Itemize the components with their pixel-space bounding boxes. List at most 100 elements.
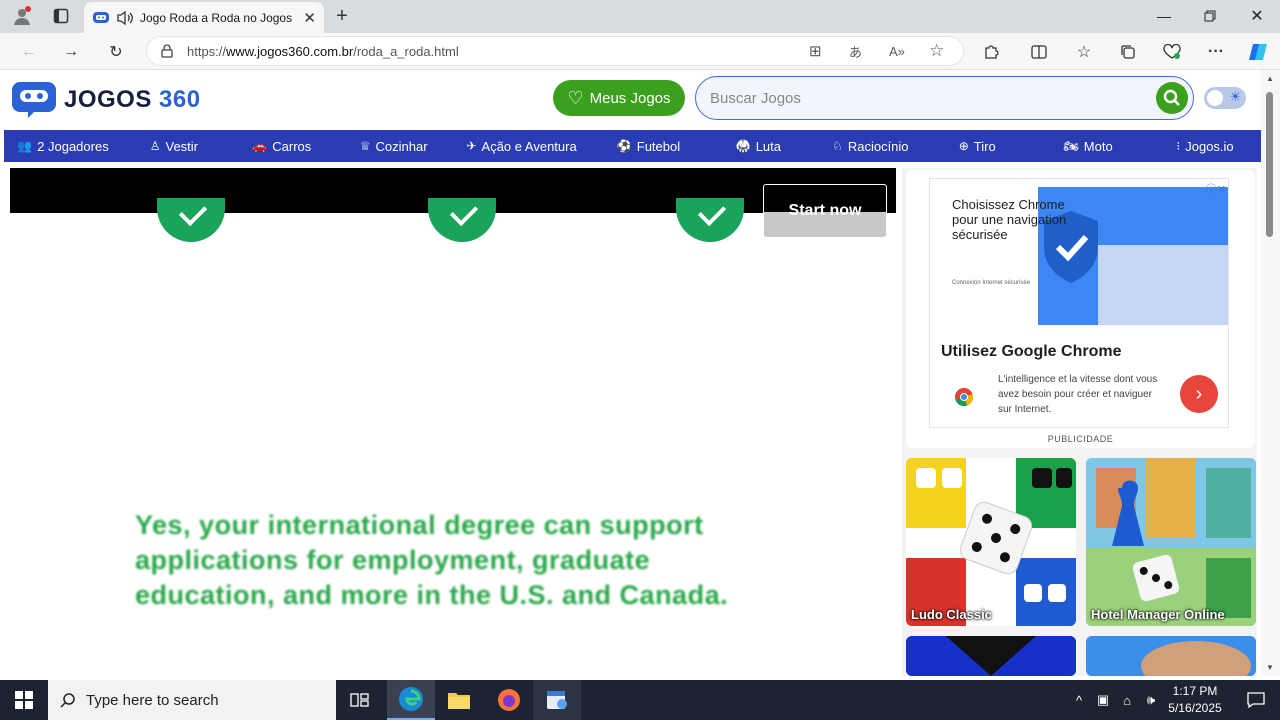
heartbeat-icon bbox=[1163, 44, 1181, 59]
clock[interactable]: 1:17 PM 5/16/2025 bbox=[1160, 683, 1230, 717]
copilot-button[interactable] bbox=[1243, 37, 1273, 67]
chrome-ad[interactable]: ⓘ✕ Choisissez Chrome pour une navigation… bbox=[929, 178, 1229, 428]
tray-device-icon[interactable]: ▣ bbox=[1093, 690, 1113, 710]
read-aloud-icon[interactable]: A» bbox=[889, 44, 905, 59]
collections-button[interactable] bbox=[1113, 37, 1143, 67]
translate-icon[interactable]: あ bbox=[849, 42, 862, 61]
lock-icon[interactable] bbox=[161, 44, 173, 58]
refresh-button[interactable]: ↻ bbox=[101, 37, 131, 67]
taskbar-search-placeholder: Type here to search bbox=[86, 691, 219, 709]
check-badge-icon bbox=[428, 198, 496, 242]
new-tab-button[interactable]: + bbox=[330, 4, 354, 28]
forward-button[interactable]: → bbox=[56, 37, 86, 67]
firefox-button[interactable] bbox=[485, 680, 533, 720]
nav-item[interactable]: ♙ Vestir bbox=[122, 130, 226, 162]
scrollbar-thumb[interactable] bbox=[1266, 92, 1273, 237]
address-bar[interactable]: https://www.jogos360.com.br/roda_a_roda.… bbox=[146, 36, 964, 66]
plus-icon: + bbox=[336, 4, 348, 27]
taskbar: Type here to search ^ ▣ ⌂ 🕪 1:17 PM 5/16… bbox=[0, 680, 1280, 720]
site-logo[interactable]: JOGOS 360 bbox=[10, 80, 201, 120]
site-favicon-icon bbox=[93, 11, 109, 23]
ad-body: L'intelligence et la vitesse dont vous a… bbox=[998, 374, 1158, 415]
ad-go-button[interactable]: › bbox=[1180, 375, 1218, 413]
browser-tab[interactable]: Jogo Roda a Roda no Jogos ✕ bbox=[84, 2, 324, 33]
browser-essentials-button[interactable] bbox=[1157, 37, 1187, 67]
favorites-icon: ☆ bbox=[1076, 44, 1092, 61]
chrome-logo-icon bbox=[955, 388, 974, 407]
nav-item[interactable]: ♕ Cozinhar bbox=[338, 130, 450, 162]
nav-item[interactable]: ✈ Ação e Aventura bbox=[450, 130, 594, 162]
tab-strip: Jogo Roda a Roda no Jogos ✕ + — ✕ bbox=[0, 0, 1280, 33]
ad-card: ⓘ✕ Choisissez Chrome pour une navigation… bbox=[906, 170, 1255, 448]
search-icon bbox=[1163, 89, 1180, 106]
close-tab-icon[interactable]: ✕ bbox=[303, 9, 316, 27]
apps-icon[interactable]: ⊞ bbox=[809, 42, 822, 60]
nav-item[interactable]: ⊕ Tiro bbox=[927, 130, 1027, 162]
nav-item[interactable]: 🏍 Moto bbox=[1027, 130, 1149, 162]
logo-text: JOGOS 360 bbox=[64, 86, 201, 113]
start-button[interactable] bbox=[0, 680, 48, 720]
soccer-ball-icon: ⚽ bbox=[616, 139, 632, 153]
nav-item[interactable]: ⚽ Futebol bbox=[594, 130, 704, 162]
heart-icon: ♡ bbox=[567, 87, 584, 108]
nav-item-label: Ação e Aventura bbox=[481, 138, 577, 154]
task-view-button[interactable] bbox=[336, 680, 384, 720]
windows-logo-icon bbox=[15, 691, 33, 709]
restore-button[interactable] bbox=[1187, 0, 1233, 32]
tab-actions-button[interactable] bbox=[48, 4, 74, 28]
search-button[interactable] bbox=[1156, 82, 1188, 114]
my-games-button[interactable]: ♡ Meus Jogos bbox=[553, 80, 685, 116]
volume-icon[interactable]: 🕪 bbox=[1141, 690, 1161, 710]
nav-item[interactable]: 🥋 Luta bbox=[703, 130, 813, 162]
edge-icon bbox=[399, 687, 423, 711]
page-scrollbar[interactable]: ▲ ▼ bbox=[1261, 70, 1280, 676]
extensions-button[interactable] bbox=[976, 37, 1006, 67]
nav-item[interactable]: 🚗 Carros bbox=[226, 130, 338, 162]
game-card[interactable] bbox=[1086, 636, 1256, 676]
back-button[interactable]: ← bbox=[14, 37, 44, 67]
favorite-star-icon[interactable]: ☆ bbox=[929, 41, 944, 61]
fighter-icon: 🥋 bbox=[735, 139, 751, 153]
task-view-icon bbox=[350, 693, 369, 707]
game-card[interactable]: Hotel Manager Online bbox=[1086, 458, 1256, 626]
start-now-button[interactable]: Start now bbox=[763, 184, 887, 237]
dark-mode-toggle[interactable]: ☀ bbox=[1204, 87, 1246, 109]
site-search-box bbox=[695, 76, 1194, 120]
favorites-button[interactable]: ☆ bbox=[1069, 37, 1099, 67]
settings-more-button[interactable]: ··· bbox=[1201, 37, 1231, 67]
chef-hat-icon: ♕ bbox=[359, 139, 371, 153]
nav-item-label: Cozinhar bbox=[375, 138, 428, 154]
nav-item-label: Vestir bbox=[165, 138, 198, 154]
start-now-label: Start now bbox=[788, 201, 862, 219]
minimize-icon: — bbox=[1157, 8, 1171, 24]
scroll-down-icon[interactable]: ▼ bbox=[1266, 663, 1274, 672]
game-thumbnail bbox=[906, 636, 1076, 676]
edge-taskbar-button[interactable] bbox=[387, 680, 435, 720]
nav-item[interactable]: ♘ Raciocínio bbox=[813, 130, 927, 162]
app-taskbar-button[interactable] bbox=[533, 680, 581, 720]
scroll-up-icon[interactable]: ▲ bbox=[1266, 74, 1274, 83]
network-icon[interactable]: ⌂ bbox=[1117, 690, 1137, 710]
tab-actions-icon bbox=[53, 8, 69, 24]
game-card[interactable] bbox=[906, 636, 1076, 676]
nav-item[interactable]: 👥 2 Jogadores bbox=[4, 130, 122, 162]
app-icon bbox=[547, 691, 567, 709]
taskbar-search[interactable]: Type here to search bbox=[48, 680, 336, 720]
speaker-icon[interactable] bbox=[116, 10, 134, 26]
ad-copy-text: Yes, your international degree can suppo… bbox=[135, 510, 729, 610]
nav-item-label: 2 Jogadores bbox=[37, 138, 109, 154]
ad-fine-print: Connexion Internet sécurisée bbox=[952, 280, 1031, 286]
tray-overflow-icon[interactable]: ^ bbox=[1069, 690, 1089, 710]
close-window-button[interactable]: ✕ bbox=[1234, 0, 1280, 32]
split-screen-button[interactable] bbox=[1024, 37, 1054, 67]
minimize-button[interactable]: — bbox=[1141, 0, 1187, 32]
profile-button[interactable] bbox=[8, 4, 36, 28]
clock-date: 5/16/2025 bbox=[1168, 701, 1222, 715]
ad-info-close-icon[interactable]: ⓘ✕ bbox=[1206, 181, 1226, 197]
nav-item[interactable]: ⁝ Jogos.io bbox=[1149, 130, 1261, 162]
file-explorer-button[interactable] bbox=[435, 680, 483, 720]
search-input[interactable] bbox=[710, 87, 1140, 109]
game-frame[interactable]: Start now Yes, your international degree… bbox=[10, 168, 896, 676]
game-card[interactable]: Ludo Classic bbox=[906, 458, 1076, 626]
notifications-button[interactable] bbox=[1232, 680, 1280, 720]
